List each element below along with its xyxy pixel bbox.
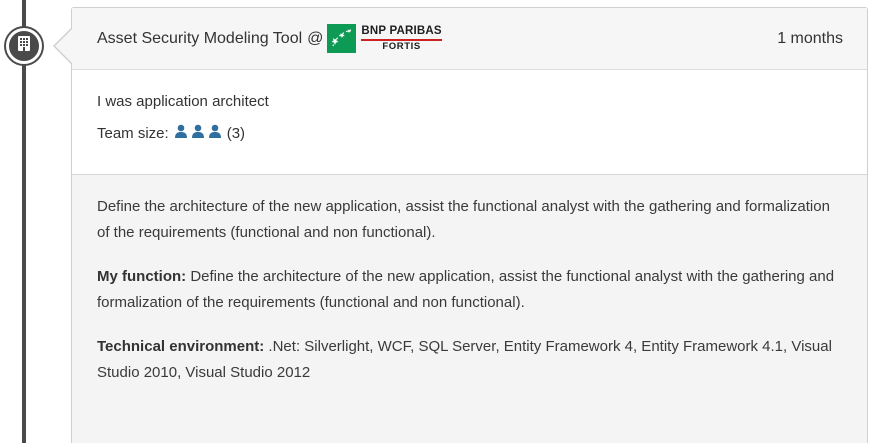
company-subname: FORTIS — [382, 41, 421, 52]
role: I was application architect — [97, 93, 269, 110]
function-text: Define the architecture of the new appli… — [97, 268, 835, 311]
team-size-count: (3) — [226, 125, 246, 142]
person-icon — [174, 123, 188, 145]
function-label: My function: — [97, 268, 187, 285]
experience-summary: I was application architect Team size: (… — [72, 70, 867, 175]
experience-card: Asset Security Modeling Tool @ BNP PARIB… — [71, 7, 868, 443]
experience-title-group: Asset Security Modeling Tool @ BNP PARIB… — [97, 24, 442, 53]
company-logo: BNP PARIBAS FORTIS — [327, 24, 442, 53]
team-size: Team size: (3) — [97, 123, 842, 145]
project-title: Asset Security Modeling Tool — [97, 29, 303, 47]
person-icon — [208, 123, 222, 145]
team-icons — [174, 123, 225, 145]
description: Define the architecture of the new appli… — [97, 198, 830, 241]
person-icon — [191, 123, 205, 145]
card-pointer-inner — [55, 28, 73, 64]
function-paragraph: My function: Define the architecture of … — [97, 264, 842, 316]
experience-header[interactable]: Asset Security Modeling Tool @ BNP PARIB… — [72, 8, 867, 70]
duration: 1 months — [777, 29, 843, 47]
technical-environment-label: Technical environment: — [97, 338, 265, 355]
company-logo-text: BNP PARIBAS FORTIS — [361, 24, 442, 52]
timeline-line — [22, 0, 26, 443]
building-icon — [17, 35, 31, 57]
technical-environment-paragraph: Technical environment: .Net: Silverlight… — [97, 334, 842, 386]
team-size-label: Team size: — [97, 125, 169, 142]
at-sign: @ — [307, 29, 324, 47]
experience-details: Define the architecture of the new appli… — [72, 175, 867, 386]
timeline-node — [6, 28, 42, 64]
company-name: BNP PARIBAS — [361, 24, 442, 37]
bnp-stars-icon — [327, 24, 357, 53]
